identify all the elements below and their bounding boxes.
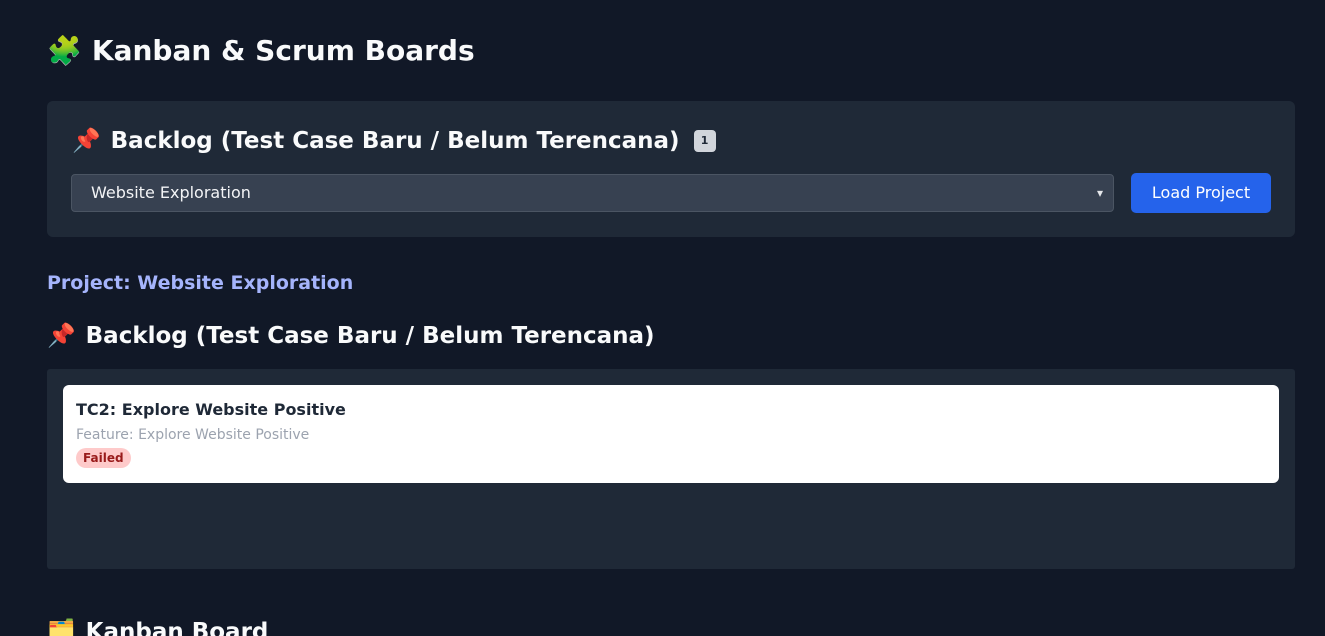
chevron-down-icon: ▾ (1096, 186, 1103, 200)
load-project-button[interactable]: Load Project (1131, 173, 1271, 213)
test-case-feature: Feature: Explore Website Positive (76, 427, 310, 443)
current-project-label: Project: Website Exploration (47, 272, 354, 294)
pushpin-icon: 📌 (72, 128, 101, 154)
page-title-text: Kanban & Scrum Boards (91, 34, 475, 67)
backlog-summary-heading: 📌 Backlog (Test Case Baru / Belum Terenca… (72, 125, 716, 157)
status-badge: Failed (76, 448, 131, 468)
project-select-value: Website Exploration (91, 183, 251, 202)
page-title: 🧩 Kanban & Scrum Boards (47, 33, 475, 69)
kanban-board-heading: 🗂️ Kanban Board (47, 616, 268, 636)
pushpin-icon: 📌 (47, 323, 76, 349)
backlog-summary-title: Backlog (Test Case Baru / Belum Terencan… (110, 128, 680, 154)
puzzle-icon: 🧩 (47, 34, 82, 67)
test-case-card[interactable]: TC2: Explore Website Positive Feature: E… (63, 385, 1279, 483)
backlog-summary-panel: 📌 Backlog (Test Case Baru / Belum Terenca… (47, 101, 1295, 237)
backlog-section-title: Backlog (Test Case Baru / Belum Terencan… (85, 323, 655, 349)
kanban-board-title: Kanban Board (85, 619, 269, 636)
backlog-column: TC2: Explore Website Positive Feature: E… (47, 369, 1295, 569)
card-index-dividers-icon: 🗂️ (47, 619, 76, 636)
page: 🧩 Kanban & Scrum Boards 📌 Backlog (Test Ca… (0, 0, 1325, 636)
backlog-count-badge: 1 (693, 130, 716, 152)
backlog-section-heading: 📌 Backlog (Test Case Baru / Belum Terenca… (47, 320, 655, 352)
project-select[interactable]: Website Exploration ▾ (71, 174, 1114, 212)
test-case-title: TC2: Explore Website Positive (76, 400, 346, 419)
